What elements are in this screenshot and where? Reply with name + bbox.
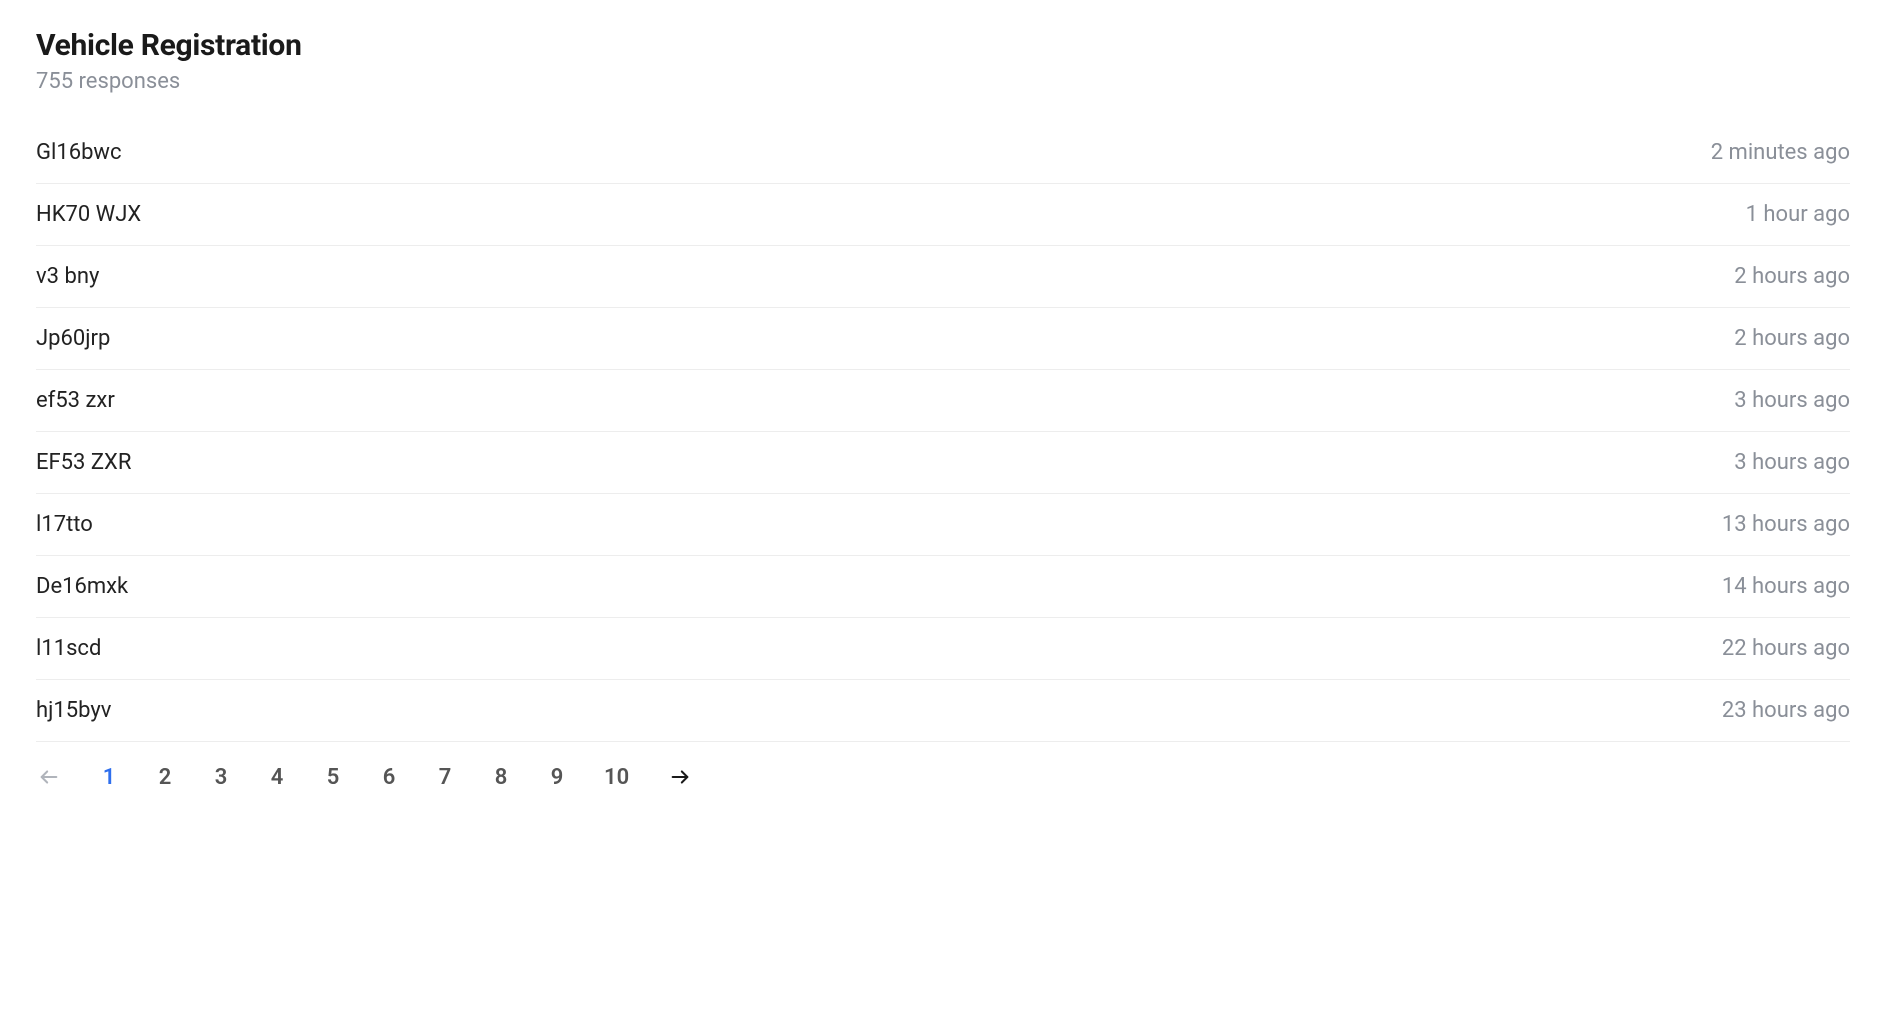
- response-time: 14 hours ago: [1722, 574, 1850, 599]
- page-1[interactable]: 1: [100, 765, 118, 790]
- response-value: l11scd: [36, 636, 101, 661]
- response-value: EF53 ZXR: [36, 450, 131, 475]
- response-time: 3 hours ago: [1734, 450, 1850, 475]
- page-8[interactable]: 8: [492, 765, 510, 790]
- response-time: 3 hours ago: [1734, 388, 1850, 413]
- page-5[interactable]: 5: [324, 765, 342, 790]
- prev-page-button[interactable]: [36, 764, 62, 790]
- response-value: v3 bny: [36, 264, 99, 289]
- response-value: De16mxk: [36, 574, 128, 599]
- next-page-button[interactable]: [667, 764, 693, 790]
- page-title: Vehicle Registration: [36, 28, 1850, 63]
- response-time: 2 hours ago: [1734, 264, 1850, 289]
- page-4[interactable]: 4: [268, 765, 286, 790]
- response-count: 755 responses: [36, 69, 1850, 94]
- response-time: 22 hours ago: [1722, 636, 1850, 661]
- response-row[interactable]: v3 bny 2 hours ago: [36, 246, 1850, 308]
- response-row[interactable]: l11scd 22 hours ago: [36, 618, 1850, 680]
- response-row[interactable]: ef53 zxr 3 hours ago: [36, 370, 1850, 432]
- response-row[interactable]: Gl16bwc 2 minutes ago: [36, 122, 1850, 184]
- page-7[interactable]: 7: [436, 765, 454, 790]
- response-row[interactable]: HK70 WJX 1 hour ago: [36, 184, 1850, 246]
- response-value: l17tto: [36, 512, 93, 537]
- response-row[interactable]: Jp60jrp 2 hours ago: [36, 308, 1850, 370]
- response-time: 2 hours ago: [1734, 326, 1850, 351]
- response-value: ef53 zxr: [36, 388, 115, 413]
- response-row[interactable]: De16mxk 14 hours ago: [36, 556, 1850, 618]
- page-9[interactable]: 9: [548, 765, 566, 790]
- page-10[interactable]: 10: [604, 765, 629, 790]
- header: Vehicle Registration 755 responses: [36, 28, 1850, 94]
- response-time: 1 hour ago: [1746, 202, 1850, 227]
- page-2[interactable]: 2: [156, 765, 174, 790]
- response-list: Gl16bwc 2 minutes ago HK70 WJX 1 hour ago v3…: [36, 122, 1850, 742]
- page-6[interactable]: 6: [380, 765, 398, 790]
- response-value: HK70 WJX: [36, 202, 141, 227]
- response-time: 13 hours ago: [1722, 512, 1850, 537]
- arrow-left-icon: [38, 766, 60, 788]
- page-3[interactable]: 3: [212, 765, 230, 790]
- response-time: 23 hours ago: [1722, 698, 1850, 723]
- response-row[interactable]: hj15byv 23 hours ago: [36, 680, 1850, 742]
- pagination: 1 2 3 4 5 6 7 8 9 10: [36, 742, 1850, 790]
- response-time: 2 minutes ago: [1711, 140, 1850, 165]
- response-value: hj15byv: [36, 698, 111, 723]
- response-value: Jp60jrp: [36, 326, 110, 351]
- arrow-right-icon: [669, 766, 691, 788]
- response-value: Gl16bwc: [36, 140, 121, 165]
- response-row[interactable]: l17tto 13 hours ago: [36, 494, 1850, 556]
- response-row[interactable]: EF53 ZXR 3 hours ago: [36, 432, 1850, 494]
